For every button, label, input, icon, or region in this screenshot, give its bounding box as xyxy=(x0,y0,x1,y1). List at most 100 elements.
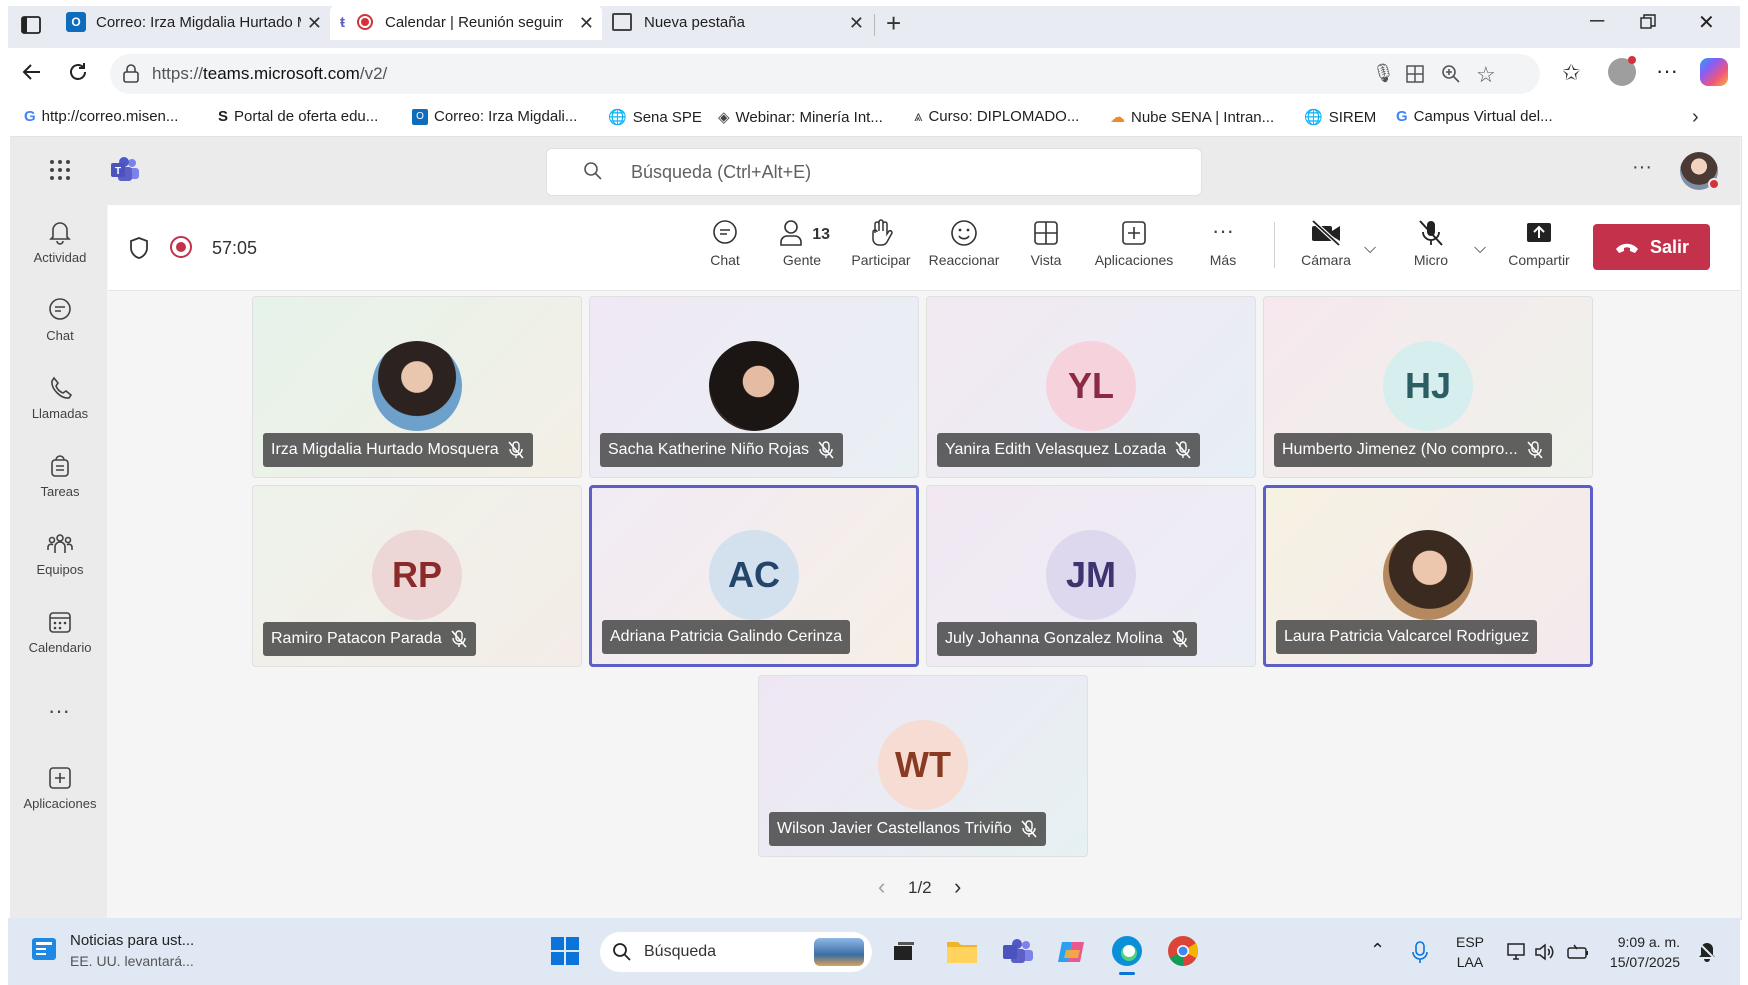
raise-hand-button[interactable]: Participar xyxy=(846,218,916,268)
chat-button[interactable]: Chat xyxy=(700,218,750,268)
bookmark-item[interactable]: O Correo: Irza Migdali... xyxy=(412,108,577,125)
mic-options-chevron-icon[interactable]: ⌵ xyxy=(1474,240,1486,258)
bookmark-item[interactable]: G Campus Virtual del... xyxy=(1396,108,1553,125)
favorites-icon[interactable]: ✩ xyxy=(1562,60,1580,86)
shield-icon[interactable] xyxy=(128,236,150,260)
leave-button[interactable]: Salir xyxy=(1593,224,1710,270)
input-language[interactable]: ESP LAA xyxy=(1456,934,1484,970)
view-button[interactable]: Vista xyxy=(1024,218,1068,268)
microphone-tray-icon[interactable] xyxy=(1410,940,1430,964)
close-tab-icon[interactable]: ✕ xyxy=(579,13,594,34)
profile-avatar[interactable] xyxy=(1608,56,1636,86)
chevron-right-icon[interactable]: › xyxy=(1692,106,1699,129)
camera-button[interactable]: Cámara xyxy=(1296,218,1356,268)
rail-item-llamadas[interactable]: Llamadas xyxy=(10,374,110,421)
mic-muted-icon xyxy=(1171,630,1189,648)
tab-title: Correo: Irza Migdalia Hurtado Mo xyxy=(96,13,301,31)
new-tab-button[interactable]: + xyxy=(886,8,901,39)
next-page-icon[interactable]: › xyxy=(954,874,961,900)
settings-more-icon[interactable]: ··· xyxy=(1632,156,1652,179)
bookmark-item[interactable]: ☁ Nube SENA | Intran... xyxy=(1110,108,1274,127)
edge-taskbar-icon[interactable] xyxy=(1110,934,1144,975)
windows-start-icon[interactable] xyxy=(550,936,580,966)
minimize-button[interactable]: ─ xyxy=(1590,10,1604,33)
bookmark-item[interactable]: 🌐 SIREM xyxy=(1304,108,1376,127)
more-button[interactable]: ··· Más xyxy=(1204,218,1242,268)
favorite-star-icon[interactable]: ☆ xyxy=(1476,62,1496,88)
active-app-indicator xyxy=(1119,972,1135,975)
tab-calendar[interactable]: ŧ Calendar | Reunión seguimie ✕ xyxy=(330,4,602,40)
teams-icon xyxy=(47,534,73,553)
participant-tile[interactable]: JM July Johanna Gonzalez Molina xyxy=(926,485,1256,667)
volume-icon[interactable] xyxy=(1534,942,1556,962)
react-button[interactable]: Reaccionar xyxy=(924,218,1004,268)
rail-item-calendario[interactable]: Calendario xyxy=(10,608,110,655)
participant-name: Ramiro Patacon Parada xyxy=(271,630,442,647)
bookmark-item[interactable]: Ghttp://correo.misen... xyxy=(24,108,178,125)
task-view-icon[interactable] xyxy=(892,940,916,964)
teams-taskbar-icon[interactable] xyxy=(1002,938,1034,966)
participant-tile-speaking[interactable]: Laura Patricia Valcarcel Rodriguez xyxy=(1263,485,1593,667)
refresh-icon[interactable] xyxy=(66,60,90,84)
close-tab-icon[interactable]: ✕ xyxy=(307,13,322,34)
taskbar-search[interactable]: Búsqueda xyxy=(600,932,872,972)
participant-tile[interactable]: Sacha Katherine Niño Rojas xyxy=(589,296,919,478)
apps-button[interactable]: Aplicaciones xyxy=(1088,218,1180,268)
restore-button[interactable] xyxy=(1640,14,1656,30)
apps-icon xyxy=(49,767,71,789)
file-explorer-icon[interactable] xyxy=(946,938,978,964)
teams-search-field[interactable]: Búsqueda (Ctrl+Alt+E) xyxy=(546,148,1202,196)
tab-new[interactable]: Nueva pestaña ✕ xyxy=(604,4,872,40)
participant-tile-speaking[interactable]: AC Adriana Patricia Galindo Cerinza xyxy=(589,485,919,667)
participant-tile[interactable]: YL Yanira Edith Velasquez Lozada xyxy=(926,296,1256,478)
network-icon[interactable] xyxy=(1506,942,1528,962)
copilot-icon[interactable] xyxy=(1700,58,1728,86)
mic-button[interactable]: Micro xyxy=(1404,218,1458,268)
news-title[interactable]: Noticias para ust... xyxy=(70,932,194,949)
notifications-icon[interactable] xyxy=(1696,940,1718,962)
rail-item-chat[interactable]: Chat xyxy=(10,296,110,343)
battery-icon[interactable] xyxy=(1566,942,1590,962)
rail-item-equipos[interactable]: Equipos xyxy=(10,530,110,577)
globe-icon: 🌐 xyxy=(1304,109,1323,126)
bookmark-item[interactable]: S Portal de oferta edu... xyxy=(218,108,378,125)
tab-actions-icon[interactable] xyxy=(20,14,42,36)
participant-tile[interactable]: HJ Humberto Jimenez (No compro... xyxy=(1263,296,1593,478)
bookmark-item[interactable]: ◈ Webinar: Minería Int... xyxy=(718,108,883,127)
tab-outlook[interactable]: O Correo: Irza Migdalia Hurtado Mo ✕ xyxy=(60,4,330,40)
weather-news-icon[interactable] xyxy=(30,934,62,964)
prev-page-icon[interactable]: ‹ xyxy=(878,874,885,900)
back-icon[interactable] xyxy=(20,60,44,84)
rail-item-tareas[interactable]: Tareas xyxy=(10,452,110,499)
lock-icon[interactable] xyxy=(122,64,140,84)
clock[interactable]: 9:09 a. m. 15/07/2025 xyxy=(1596,934,1680,970)
chevron-up-icon[interactable]: ⌃ xyxy=(1370,940,1385,961)
participant-tile[interactable]: RP Ramiro Patacon Parada xyxy=(252,485,582,667)
app-available-icon[interactable] xyxy=(1405,64,1425,84)
microphone-icon[interactable]: 🎙 xyxy=(1372,63,1395,84)
bookmark-item[interactable]: ⩓ Curso: DIPLOMADO... xyxy=(914,108,1079,125)
url-field[interactable]: https://teams.microsoft.com/v2/ 🎙 ☆ xyxy=(110,54,1540,94)
chrome-taskbar-icon[interactable] xyxy=(1166,934,1200,968)
app-launcher-icon[interactable] xyxy=(48,158,72,182)
user-avatar[interactable] xyxy=(1680,152,1720,190)
bookmark-item[interactable]: 🌐 Sena SPE xyxy=(608,108,702,127)
zoom-icon[interactable] xyxy=(1440,63,1462,85)
rail-item-actividad[interactable]: Actividad xyxy=(10,218,110,265)
copilot-taskbar-icon[interactable] xyxy=(1056,936,1088,968)
rail-more-icon[interactable]: ··· xyxy=(48,698,70,724)
leave-label: Salir xyxy=(1649,236,1690,257)
participant-name: Laura Patricia Valcarcel Rodriguez xyxy=(1284,628,1530,645)
close-window-button[interactable]: ✕ xyxy=(1698,10,1715,35)
camera-options-chevron-icon[interactable]: ⌵ xyxy=(1364,240,1376,258)
rail-item-aplicaciones[interactable]: Aplicaciones xyxy=(10,764,110,811)
participant-tile[interactable]: Irza Migdalia Hurtado Mosquera xyxy=(252,296,582,478)
hang-up-icon xyxy=(1615,243,1638,253)
share-button[interactable]: Compartir xyxy=(1502,218,1576,268)
more-menu-icon[interactable]: ··· xyxy=(1656,58,1678,84)
language-code: ESP xyxy=(1456,934,1485,950)
participant-tile[interactable]: WT Wilson Javier Castellanos Triviño xyxy=(758,675,1088,857)
calendar-icon xyxy=(49,612,71,633)
close-tab-icon[interactable]: ✕ xyxy=(849,13,864,34)
people-button[interactable]: 13 Gente xyxy=(774,218,830,268)
